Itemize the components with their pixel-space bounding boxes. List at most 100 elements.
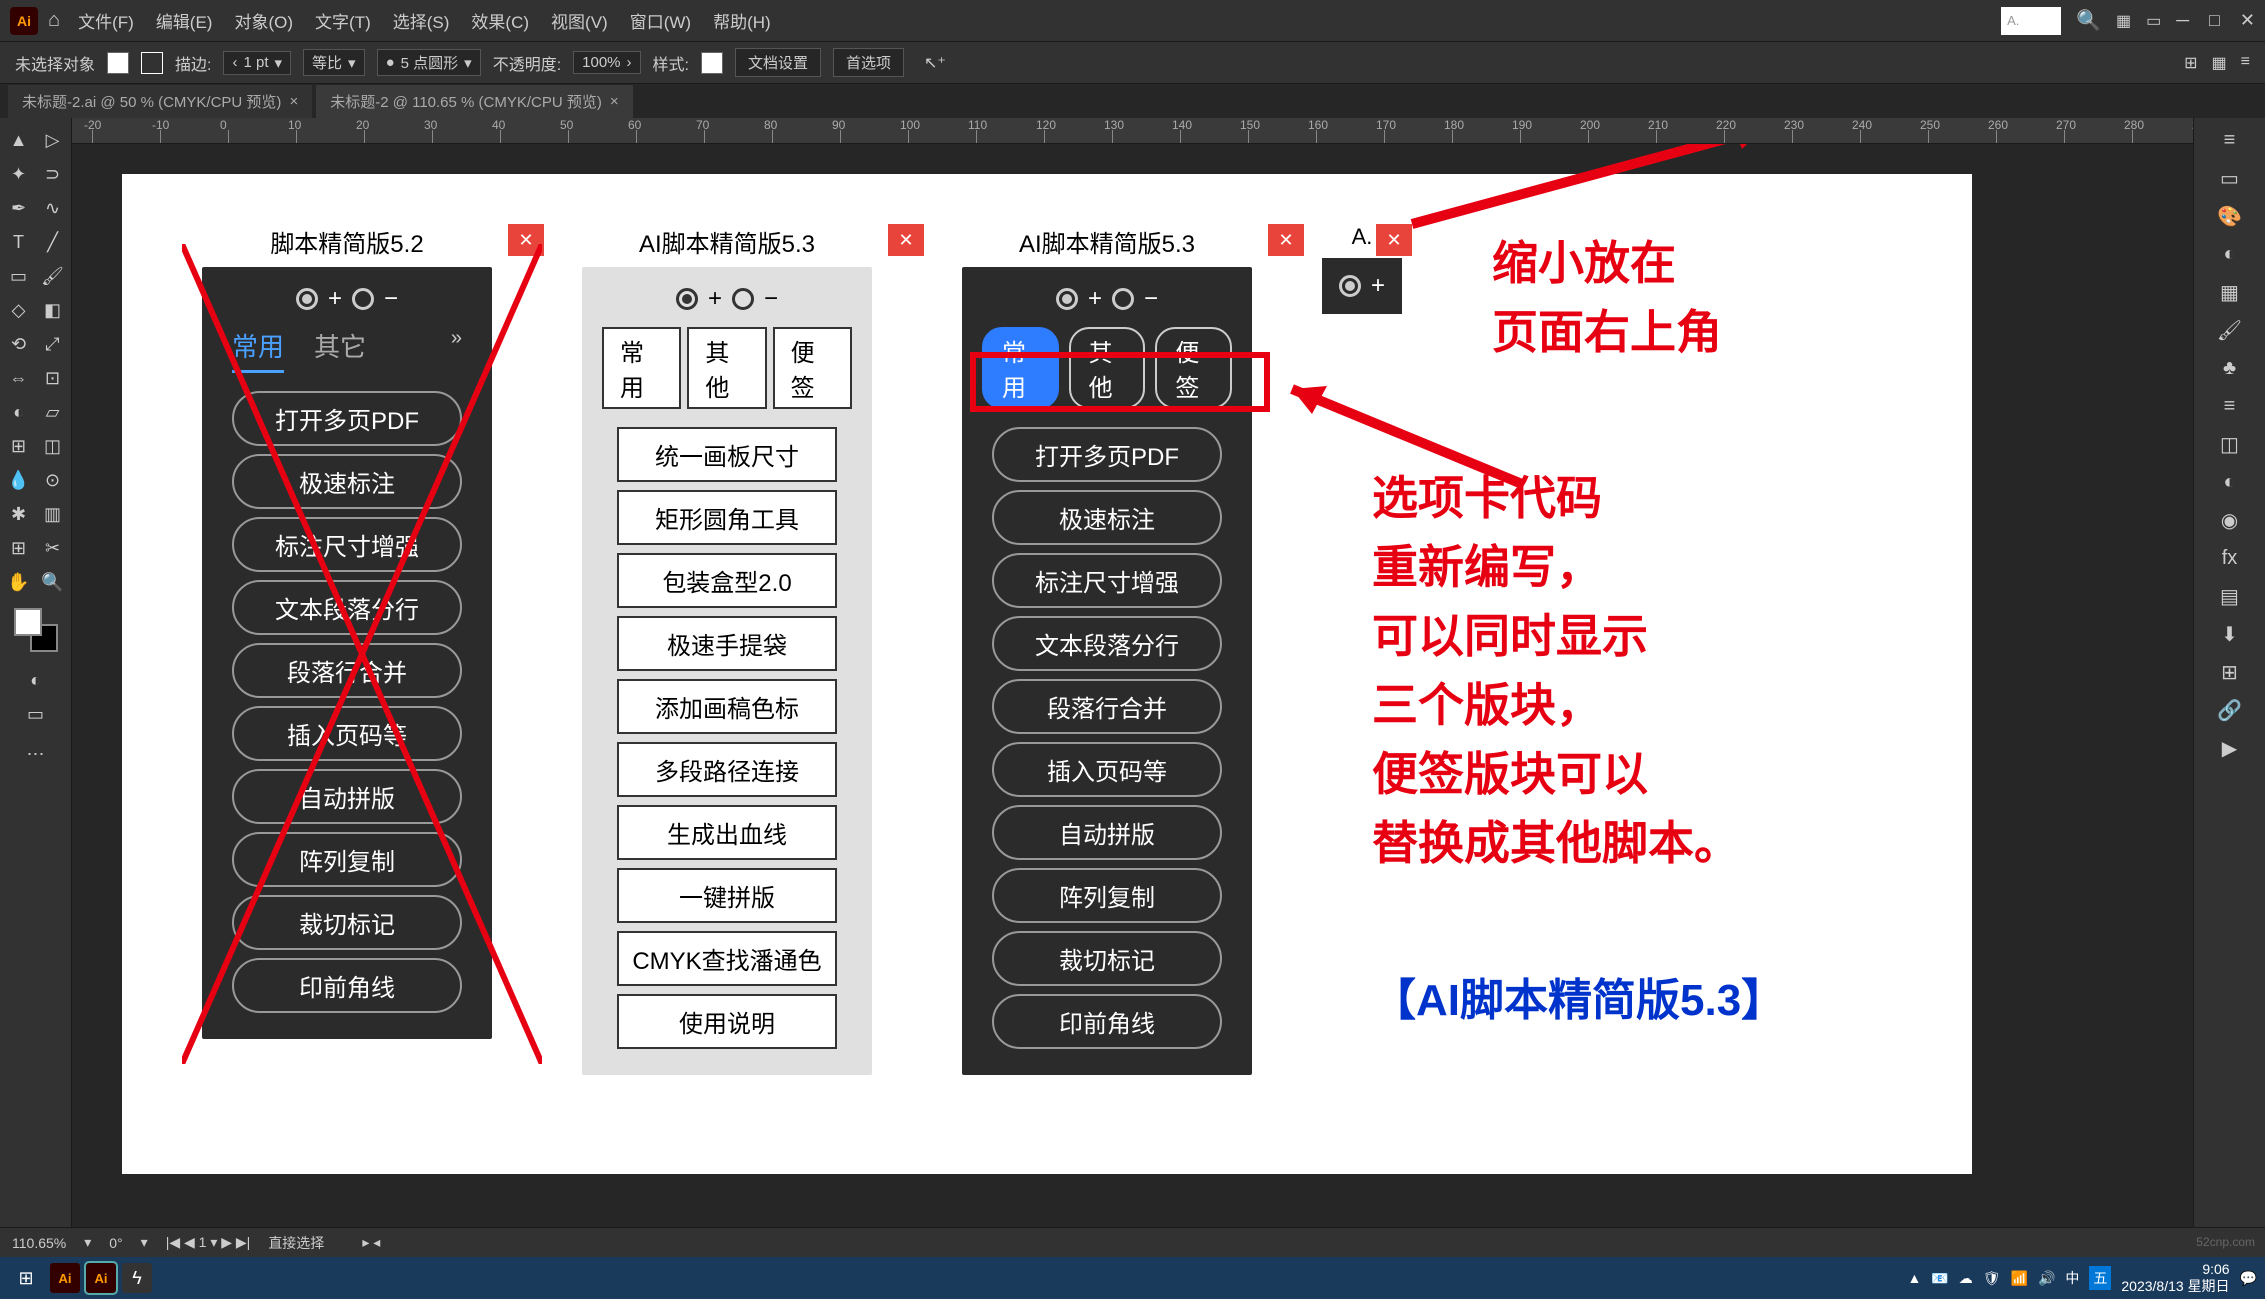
appearance-panel-icon[interactable]: ◉ [2214,504,2246,536]
cursor-icon[interactable]: ↖⁺ [924,53,946,73]
doc-tab-2[interactable]: 未标题-2 @ 110.65 % (CMYK/CPU 预览)× [316,85,632,118]
script-button[interactable]: 文本段落分行 [992,616,1222,671]
tray-ime-icon[interactable]: 五 [2089,1266,2111,1290]
layers-panel-icon[interactable]: ▤ [2214,580,2246,612]
script-button[interactable]: 段落行合并 [992,679,1222,734]
tab-close-icon[interactable]: × [289,93,298,110]
stroke-swatch[interactable] [141,52,163,74]
script-button[interactable]: 极速手提袋 [617,616,837,671]
magic-wand-tool-icon[interactable]: ✦ [3,158,35,190]
script-button[interactable]: 打开多页PDF [992,427,1222,482]
menu-window[interactable]: 窗口(W) [630,8,691,33]
artboard-tool-icon[interactable]: ⊞ [3,532,35,564]
tray-icon[interactable]: ▲ [1907,1270,1921,1286]
tab-other[interactable]: 其它 [314,327,366,373]
type-tool-icon[interactable]: T [3,226,35,258]
notification-icon[interactable]: 💬 [2240,1270,2257,1287]
draw-mode-icon[interactable]: ◐ [20,664,52,696]
script-button[interactable]: CMYK查找潘通色 [617,931,837,986]
panel-toggle2-icon[interactable]: ▦ [2212,53,2227,73]
style-swatch[interactable] [701,52,723,74]
rotate-tool-icon[interactable]: ⟲ [3,328,35,360]
tray-icon[interactable]: ☁ [1959,1270,1973,1287]
maximize-icon[interactable]: □ [2209,10,2220,31]
script-button[interactable]: 印前角线 [992,994,1222,1049]
tab-common[interactable]: 常用 [602,327,681,409]
eraser-tool-icon[interactable]: ◧ [37,294,69,326]
swatches-panel-icon[interactable]: ▦ [2214,276,2246,308]
menu-select[interactable]: 选择(S) [393,8,450,33]
menu-type[interactable]: 文字(T) [315,8,371,33]
rotation-value[interactable]: 0° [109,1235,122,1251]
script-button[interactable]: 阵列复制 [232,832,462,887]
transparency-panel-icon[interactable]: ◐ [2214,466,2246,498]
perspective-tool-icon[interactable]: ▱ [37,396,69,428]
menu-view[interactable]: 视图(V) [551,8,608,33]
asset-export-panel-icon[interactable]: ⬇ [2214,618,2246,650]
direct-selection-tool-icon[interactable]: ▷ [37,124,69,156]
gradient-tool-icon[interactable]: ◫ [37,430,69,462]
brush-dropdown[interactable]: ●5 点圆形▾ [377,49,481,76]
radio-icon[interactable] [352,288,374,310]
properties-panel-icon[interactable]: ≡ [2214,124,2246,156]
script-button[interactable]: 裁切标记 [232,895,462,950]
eyedropper-tool-icon[interactable]: 💧 [3,464,35,496]
radio-icon[interactable] [1056,288,1078,310]
selection-tool-icon[interactable]: ▲ [3,124,35,156]
radio-icon[interactable] [676,288,698,310]
scale-tool-icon[interactable]: ⤢ [37,328,69,360]
symbol-sprayer-tool-icon[interactable]: ✱ [3,498,35,530]
links-panel-icon[interactable]: 🔗 [2214,694,2246,726]
start-button[interactable]: ⊞ [8,1260,44,1296]
opacity-input[interactable]: 100%› [573,51,640,74]
uniform-dropdown[interactable]: 等比▾ [303,49,365,76]
script-button[interactable]: 裁切标记 [992,931,1222,986]
brushes-panel-icon[interactable]: 🖌 [2214,314,2246,346]
tab-other[interactable]: 其他 [687,327,766,409]
panel-close-button[interactable]: ✕ [1268,224,1304,256]
fill-swatch[interactable] [107,52,129,74]
script-button[interactable]: 矩形圆角工具 [617,490,837,545]
radio-icon[interactable] [1112,288,1134,310]
radio-icon[interactable] [296,288,318,310]
menu-file[interactable]: 文件(F) [78,8,134,33]
curvature-tool-icon[interactable]: ∿ [37,192,69,224]
lasso-tool-icon[interactable]: ⊃ [37,158,69,190]
tray-icon[interactable]: 🛡 [1983,1270,2001,1287]
panel-close-button[interactable]: ✕ [1376,224,1412,256]
blend-tool-icon[interactable]: ⊙ [37,464,69,496]
script-button[interactable]: 极速标注 [992,490,1222,545]
artboards-panel-icon[interactable]: ⊞ [2214,656,2246,688]
shape-builder-tool-icon[interactable]: ◐ [3,396,35,428]
workspace-icon[interactable]: ▭ [2146,11,2161,31]
script-button[interactable]: 一键拼版 [617,868,837,923]
tray-volume-icon[interactable]: 🔊 [2038,1270,2055,1287]
ai-taskbar-icon[interactable]: Ai [50,1263,80,1293]
canvas-area[interactable]: 脚本精简版5.2 ✕ + − 常用 其它 » 打开多页PDF 极速标注 标注 [72,144,2193,1227]
script-button[interactable]: 添加画稿色标 [617,679,837,734]
ai-taskbar-icon[interactable]: Ai [86,1263,116,1293]
panel-menu-icon[interactable]: ≡ [2241,53,2250,73]
menu-edit[interactable]: 编辑(E) [156,8,213,33]
app-taskbar-icon[interactable]: ϟ [122,1263,152,1293]
script-button[interactable]: 插入页码等 [992,742,1222,797]
graph-tool-icon[interactable]: ▥ [37,498,69,530]
artboard-nav[interactable]: |◀ ◀ 1 ▾ ▶ ▶| [166,1234,251,1251]
chevron-right-icon[interactable]: » [451,327,462,373]
script-button[interactable]: 使用说明 [617,994,837,1049]
taskbar-clock[interactable]: 9:06 2023/8/13 星期日 [2121,1261,2229,1295]
script-button[interactable]: 插入页码等 [232,706,462,761]
tray-icon[interactable]: 📶 [2011,1270,2028,1287]
zoom-tool-icon[interactable]: 🔍 [37,566,69,598]
tab-close-icon[interactable]: × [610,93,619,110]
script-button[interactable]: 段落行合并 [232,643,462,698]
slice-tool-icon[interactable]: ✂ [37,532,69,564]
script-button[interactable]: 文本段落分行 [232,580,462,635]
script-button[interactable]: 统一画板尺寸 [617,427,837,482]
play-panel-icon[interactable]: ▶ [2214,732,2246,764]
stroke-panel-icon[interactable]: ≡ [2214,390,2246,422]
script-button[interactable]: 自动拼版 [992,805,1222,860]
mesh-tool-icon[interactable]: ⊞ [3,430,35,462]
color-guide-panel-icon[interactable]: ◐ [2214,238,2246,270]
home-icon[interactable]: ⌂ [48,9,60,32]
